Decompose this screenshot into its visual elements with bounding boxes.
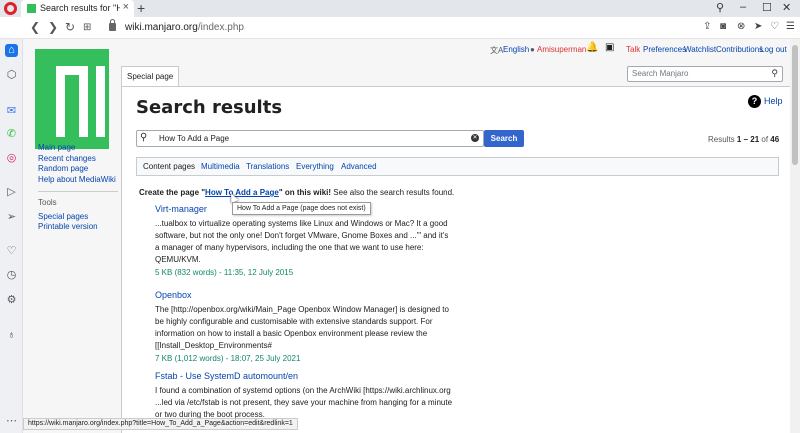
wiki-page: Main page Recent changes Random page Hel… (23, 39, 790, 433)
preferences-link[interactable]: Preferences (643, 45, 686, 54)
search-tabs-icon[interactable]: ⚲ (716, 1, 724, 14)
search-icon[interactable]: ⚲ (771, 68, 778, 79)
site-search-input[interactable]: Search Manjaro ⚲ (627, 66, 783, 82)
sidebar-item-recent-changes[interactable]: Recent changes (38, 154, 116, 165)
favorites-icon[interactable]: ♡ (5, 245, 18, 258)
search-result: Fstab - Use SystemD automount/en I found… (155, 370, 455, 421)
tab-multimedia[interactable]: Multimedia (201, 162, 240, 171)
bookmark-heart-icon[interactable]: ♡ (770, 21, 779, 32)
page-title: Search results (136, 97, 283, 118)
create-page-link[interactable]: How To Add a Page (205, 188, 279, 197)
search-value: How To Add a Page (159, 134, 230, 143)
tab-close-icon[interactable]: × (123, 1, 129, 13)
notifications-bell-icon[interactable]: 🔔 (586, 42, 598, 53)
tab-translations[interactable]: Translations (246, 162, 289, 171)
browser-tab[interactable]: Search results for "How × (21, 0, 134, 17)
user-icon: ● (530, 45, 535, 54)
search-button[interactable]: Search (484, 130, 524, 147)
adblock-icon[interactable]: ⊗ (737, 21, 745, 32)
results-count: Results 1 – 21 of 46 (708, 135, 780, 144)
result-meta: 7 KB (1,012 words) - 18:07, 25 July 2021 (155, 354, 301, 363)
language-link[interactable]: English (503, 45, 529, 54)
opera-logo-icon[interactable] (4, 2, 17, 15)
menu-icon[interactable]: ☰ (786, 21, 795, 32)
help-icon[interactable]: ? (748, 95, 761, 108)
main-content: Search results ? Help ⚲ How To Add a Pag… (121, 86, 790, 433)
talk-link[interactable]: Talk (626, 45, 640, 54)
search-result: Openbox The [http://openbox.org/wiki/Mai… (155, 289, 455, 365)
notices-icon[interactable]: ▣ (605, 42, 614, 53)
sidebar-item-help[interactable]: Help about MediaWiki (38, 175, 116, 186)
scrollbar-thumb[interactable] (792, 45, 798, 165)
messenger-icon[interactable]: ✉ (5, 105, 18, 118)
tab-everything[interactable]: Everything (296, 162, 334, 171)
search-filters: Content pages Multimedia Translations Ev… (136, 157, 779, 176)
result-snippet: ...tualbox to virtualize operating syste… (155, 219, 449, 264)
sidebar-item-random-page[interactable]: Random page (38, 164, 116, 175)
search-result: Virt-manager ...tualbox to virtualize op… (155, 203, 455, 279)
logout-link[interactable]: Log out (760, 45, 787, 54)
address-bar: ❮ ❯ ↻ ⊞ wiki.manjaro.org/index.php ⇪ ◙ ⊗… (0, 17, 800, 39)
browser-sidebar: ⌂ ⬡ ✉ ✆ ◎ ▷ ➢ ♡ ◷ ⚙ ♁ ⋯ (0, 39, 23, 433)
workspace-icon[interactable]: ⬡ (5, 69, 18, 82)
minimize-icon[interactable]: – (740, 1, 746, 13)
tools-heading: Tools (38, 198, 57, 207)
result-title[interactable]: Virt-manager (155, 203, 455, 215)
forward-icon[interactable]: ❯ (48, 20, 58, 34)
snapshot-icon[interactable]: ◙ (720, 21, 726, 32)
result-title[interactable]: Openbox (155, 289, 455, 301)
reload-icon[interactable]: ↻ (65, 20, 75, 34)
search-input[interactable]: ⚲ How To Add a Page ✕ (136, 130, 484, 147)
tab-title: Search results for "How (40, 3, 120, 13)
settings-gear-icon[interactable]: ⚙ (5, 294, 18, 307)
wiki-sidebar: Main page Recent changes Random page Hel… (38, 143, 118, 233)
close-window-icon[interactable]: ✕ (782, 1, 791, 14)
more-icon[interactable]: ⋯ (5, 415, 18, 428)
manjaro-favicon-icon (27, 4, 36, 13)
lock-icon[interactable] (109, 19, 116, 31)
result-snippet: I found a combination of systemd options… (155, 386, 453, 419)
search-icon: ⚲ (140, 132, 148, 143)
result-meta: 5 KB (832 words) - 11:35, 12 July 2015 (155, 268, 294, 277)
clear-icon[interactable]: ✕ (471, 134, 479, 142)
player-icon[interactable]: ▷ (5, 186, 18, 199)
history-icon[interactable]: ◷ (5, 269, 18, 282)
contributions-link[interactable]: Contributions (716, 45, 763, 54)
tab-grid-icon[interactable]: ⊞ (83, 22, 91, 33)
help-link[interactable]: Help (764, 96, 783, 106)
home-icon[interactable]: ⌂ (5, 44, 18, 57)
result-snippet: The [http://openbox.org/wiki/Main_Page O… (155, 305, 449, 350)
whatsapp-icon[interactable]: ✆ (5, 128, 18, 141)
sidebar-item-printable-version[interactable]: Printable version (38, 222, 116, 233)
tab-advanced[interactable]: Advanced (341, 162, 377, 171)
instagram-icon[interactable]: ◎ (5, 152, 18, 165)
status-bar-url: https://wiki.manjaro.org/index.php?title… (23, 418, 298, 430)
new-tab-icon[interactable]: + (137, 0, 145, 16)
back-icon[interactable]: ❮ (30, 20, 40, 34)
manjaro-logo[interactable] (35, 49, 109, 149)
tab-content-pages[interactable]: Content pages (143, 162, 195, 171)
sidebar-divider (38, 191, 118, 192)
sidebar-item-main-page[interactable]: Main page (38, 143, 116, 154)
url-field[interactable]: wiki.manjaro.org/index.php (125, 22, 244, 33)
username-link[interactable]: Amisuperman (537, 45, 586, 54)
share-icon[interactable]: ⇪ (703, 21, 711, 32)
sidebar-item-special-pages[interactable]: Special pages (38, 212, 116, 223)
maximize-icon[interactable]: ☐ (762, 1, 772, 14)
watchlist-link[interactable]: Watchlist (684, 45, 716, 54)
translate-icon: 文A (490, 46, 504, 55)
create-page-notice: Create the page "How To Add a Page" on t… (139, 188, 455, 197)
browser-tabbar: Search results for "How × + ⚲ – ☐ ✕ (0, 0, 800, 17)
send-icon[interactable]: ➤ (754, 21, 762, 32)
tips-icon[interactable]: ♁ (5, 329, 18, 342)
send-to-icon[interactable]: ➢ (5, 211, 18, 224)
tab-special-page[interactable]: Special page (121, 66, 180, 87)
result-title[interactable]: Fstab - Use SystemD automount/en (155, 370, 455, 382)
page-scrollbar[interactable] (790, 39, 800, 433)
